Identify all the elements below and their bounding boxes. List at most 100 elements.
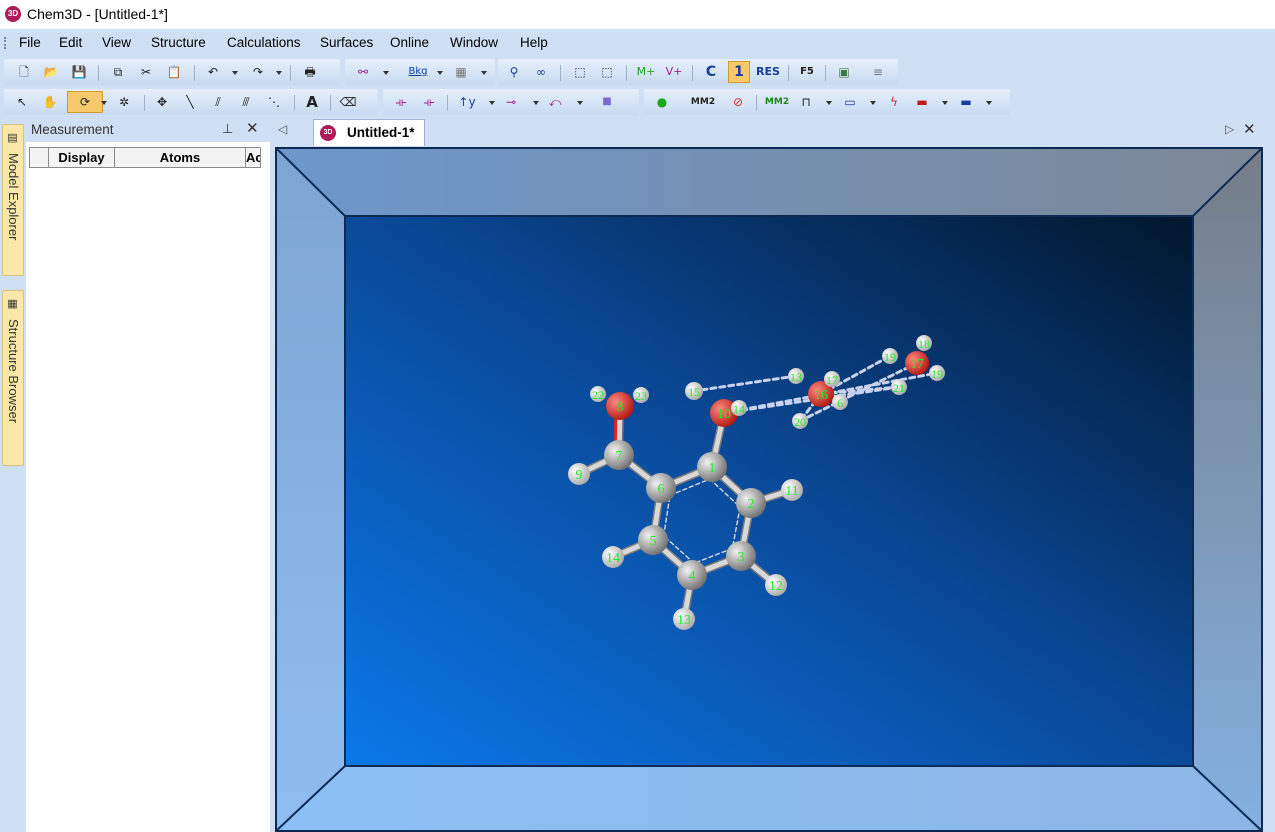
measure-dropdown-icon[interactable] (826, 101, 832, 105)
model-explorer-tab[interactable]: ▤ Model Explorer (2, 124, 24, 276)
room-top-wall (275, 147, 1263, 216)
graph-icon[interactable]: ▬ (912, 92, 932, 112)
align-icon[interactable]: ⊸ (501, 92, 521, 112)
mm2-dynamics-icon[interactable]: MM2 (764, 92, 790, 112)
axis-dropdown-icon[interactable] (489, 101, 495, 105)
translate-icon[interactable]: ✥ (152, 92, 172, 112)
menu-online[interactable]: Online (388, 35, 431, 50)
mm2-minimize-icon[interactable]: MM2 (690, 92, 716, 112)
depth-fade-icon[interactable]: ⬚ (597, 62, 617, 82)
dummy-bond-icon[interactable]: ⋱ (264, 92, 284, 112)
ruler-dropdown-icon[interactable] (986, 101, 992, 105)
perspective-icon[interactable]: ⬚ (570, 62, 590, 82)
align-dropdown-icon[interactable] (533, 101, 539, 105)
element-label-toggle[interactable]: C (701, 62, 721, 82)
tab-scroll-left-icon[interactable]: ◁ (278, 122, 287, 136)
open-folder-icon[interactable]: 📂 (41, 62, 61, 82)
energy-icon[interactable]: ϟ (884, 92, 904, 112)
serial-number-toggle[interactable]: 1 (728, 61, 750, 83)
file-toolbar-group: 🗋 📂 💾 ⧉ ✂ 📋 ↶ ↷ 🖶 (4, 59, 340, 85)
atom-label: 3 (738, 550, 745, 565)
column-header-select[interactable] (29, 147, 49, 168)
stereo-pair-icon[interactable]: ∞ (531, 62, 551, 82)
column-header-display[interactable]: Display (48, 147, 115, 168)
rotate-dropdown-icon[interactable] (101, 101, 107, 105)
window-title: Chem3D - [Untitled-1*] (27, 6, 168, 22)
menu-window[interactable]: Window (448, 35, 500, 50)
toolbar-separator (756, 95, 757, 111)
atom-color-icon[interactable]: ● (652, 92, 672, 112)
measure-icon[interactable]: ⊓ (796, 92, 816, 112)
background-color-dropdown-icon[interactable] (437, 71, 443, 75)
close-document-icon[interactable]: ✕ (1243, 120, 1256, 138)
dihedral-dropdown-icon[interactable] (577, 101, 583, 105)
menu-grip[interactable] (4, 37, 8, 49)
save-icon[interactable]: 💾 (69, 62, 89, 82)
undo-dropdown-icon[interactable] (232, 71, 238, 75)
model-toolbar-group: ⚯ Bkg ▦ (345, 59, 495, 85)
rotate-tool-icon[interactable]: ⟳ (67, 91, 103, 113)
fit-icon[interactable]: ■ (597, 92, 617, 112)
building-toolbar: ↖ ✋ ⟳ ✲ ✥ ╲ ⫽ ⫻ ⋱ A ⌫ ⟛ ⟛ ↑y ⊸ ⤺ ■ ● MM2… (0, 87, 1275, 117)
menu-structure[interactable]: Structure (149, 35, 208, 50)
menu-view[interactable]: View (100, 35, 133, 50)
cut-icon[interactable]: ✂ (136, 62, 156, 82)
bond-tool-icon[interactable]: ⚯ (353, 62, 373, 82)
gradient-icon[interactable]: ▦ (451, 62, 471, 82)
column-header-actual[interactable]: Ac (245, 147, 261, 168)
spin-icon[interactable]: ✲ (114, 92, 134, 112)
atom-label: 8 (617, 400, 624, 415)
menu-file[interactable]: File (17, 35, 43, 50)
undo-icon[interactable]: ↶ (203, 62, 223, 82)
mirror-icon[interactable]: ⟛ (391, 92, 411, 112)
graph-dropdown-icon[interactable] (942, 101, 948, 105)
move-model-icon[interactable]: M+ (636, 62, 656, 82)
structure-browser-tab[interactable]: ▦ Structure Browser (2, 290, 24, 466)
stack-icon[interactable]: ≡ (868, 62, 888, 82)
axis-icon[interactable]: ↑y (457, 92, 477, 112)
select-arrow-icon[interactable]: ↖ (12, 92, 32, 112)
gradient-dropdown-icon[interactable] (481, 71, 487, 75)
tab-scroll-right-icon[interactable]: ▷ (1225, 122, 1234, 136)
eraser-icon[interactable]: ⌫ (338, 92, 358, 112)
move-view-icon[interactable]: V+ (664, 62, 684, 82)
dihedral-icon[interactable]: ⤺ (545, 92, 565, 112)
presentation-icon[interactable]: ▣ (834, 62, 854, 82)
background-color-button[interactable]: Bkg (405, 62, 431, 82)
menu-calculations[interactable]: Calculations (225, 35, 303, 50)
column-header-atoms[interactable]: Atoms (114, 147, 246, 168)
bond-tool-dropdown-icon[interactable] (383, 71, 389, 75)
print-icon[interactable]: 🖶 (300, 62, 320, 82)
paste-icon[interactable]: 📋 (164, 62, 184, 82)
menu-edit[interactable]: Edit (57, 35, 84, 50)
panel-header: Measurement ⊥ ✕ (26, 117, 270, 142)
room-left-wall (275, 147, 345, 832)
atom-label: 21 (893, 381, 905, 395)
copy-icon[interactable]: ⧉ (108, 62, 128, 82)
menu-surfaces[interactable]: Surfaces (318, 35, 375, 50)
new-file-icon[interactable]: 🗋 (14, 62, 34, 82)
redo-icon[interactable]: ↷ (248, 62, 268, 82)
surface-icon[interactable]: ▭ (840, 92, 860, 112)
ruler-icon[interactable]: ▬ (956, 92, 976, 112)
close-icon[interactable]: ✕ (246, 119, 259, 137)
model-viewport[interactable]: 123456789101112131415 1617181919202113 176… (275, 147, 1263, 832)
pin-icon[interactable]: ⊥ (222, 121, 233, 137)
triple-bond-icon[interactable]: ⫻ (236, 92, 256, 112)
stereo-glasses-icon[interactable]: ⚲ (504, 62, 524, 82)
text-tool-icon[interactable]: A (302, 92, 322, 112)
tab-untitled-1[interactable]: 3D Untitled-1* (313, 119, 425, 146)
full-screen-icon[interactable]: F5 (797, 62, 817, 82)
residue-label-toggle[interactable]: RES (755, 62, 781, 82)
title-bar: 3D Chem3D - [Untitled-1*] (0, 0, 1275, 29)
hand-pan-icon[interactable]: ✋ (40, 92, 60, 112)
single-bond-icon[interactable]: ╲ (180, 92, 200, 112)
double-bond-icon[interactable]: ⫽ (208, 92, 228, 112)
stop-computation-icon[interactable]: ⊘ (728, 92, 748, 112)
redo-dropdown-icon[interactable] (276, 71, 282, 75)
model-explorer-icon: ▤ (6, 131, 18, 144)
surface-dropdown-icon[interactable] (870, 101, 876, 105)
toolbar-separator (788, 65, 789, 81)
invert-icon[interactable]: ⟛ (419, 92, 439, 112)
menu-help[interactable]: Help (518, 35, 550, 50)
